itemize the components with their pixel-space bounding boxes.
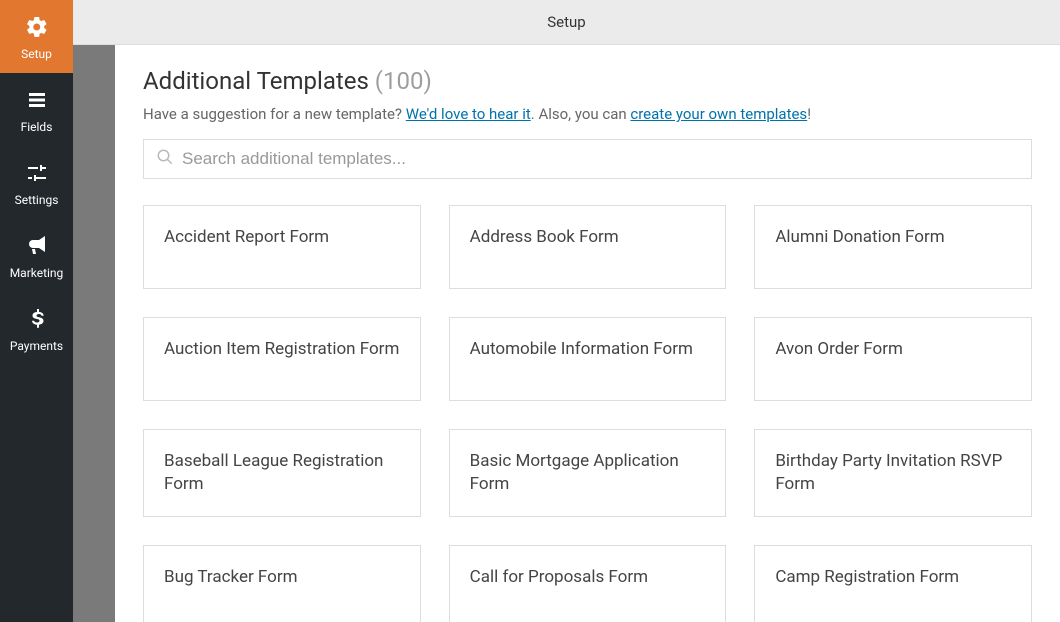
page-title: Additional Templates (100)	[143, 67, 1032, 95]
template-card[interactable]: Alumni Donation Form	[754, 205, 1032, 289]
left-gutter	[73, 45, 115, 622]
sidebar: Setup Fields Settings Marketing Payments	[0, 0, 73, 622]
content-wrap: Additional Templates (100) Have a sugges…	[73, 45, 1060, 622]
template-name: Avon Order Form	[775, 338, 903, 361]
search-icon	[156, 148, 174, 170]
list-icon	[25, 88, 49, 116]
template-card[interactable]: Address Book Form	[449, 205, 727, 289]
template-card[interactable]: Baseball League Registration Form	[143, 429, 421, 517]
subtext-suffix: !	[807, 105, 811, 123]
template-card[interactable]: Birthday Party Invitation RSVP Form	[754, 429, 1032, 517]
dollar-icon	[25, 307, 49, 335]
subtext-prefix: Have a suggestion for a new template?	[143, 105, 406, 123]
template-name: Call for Proposals Form	[470, 566, 648, 589]
template-card[interactable]: Bug Tracker Form	[143, 545, 421, 622]
page-header-title: Setup	[547, 13, 585, 31]
template-name: Bug Tracker Form	[164, 566, 298, 589]
sidebar-label-setup: Setup	[21, 47, 52, 61]
bullhorn-icon	[25, 234, 49, 262]
sliders-icon	[25, 161, 49, 189]
page-title-count: (100)	[375, 67, 432, 95]
page-title-text: Additional Templates	[143, 67, 369, 95]
templates-grid: Accident Report Form Address Book Form A…	[143, 205, 1032, 622]
suggestion-link[interactable]: We'd love to hear it	[406, 105, 531, 123]
template-name: Automobile Information Form	[470, 338, 693, 361]
search-input[interactable]	[182, 149, 1019, 169]
template-name: Birthday Party Invitation RSVP Form	[775, 450, 1011, 496]
template-card[interactable]: Camp Registration Form	[754, 545, 1032, 622]
template-card[interactable]: Basic Mortgage Application Form	[449, 429, 727, 517]
sidebar-item-marketing[interactable]: Marketing	[0, 219, 73, 292]
topbar: Setup	[73, 0, 1060, 45]
gear-icon	[25, 15, 49, 43]
template-name: Address Book Form	[470, 226, 619, 249]
template-card[interactable]: Call for Proposals Form	[449, 545, 727, 622]
content: Additional Templates (100) Have a sugges…	[115, 45, 1060, 622]
template-name: Camp Registration Form	[775, 566, 959, 589]
template-name: Basic Mortgage Application Form	[470, 450, 706, 496]
page-subtext: Have a suggestion for a new template? We…	[143, 105, 1032, 123]
main: Setup Additional Templates (100) Have a …	[73, 0, 1060, 622]
sidebar-label-fields: Fields	[21, 120, 53, 134]
sidebar-item-payments[interactable]: Payments	[0, 292, 73, 365]
template-card[interactable]: Accident Report Form	[143, 205, 421, 289]
sidebar-label-settings: Settings	[15, 193, 59, 207]
sidebar-label-marketing: Marketing	[10, 266, 64, 280]
template-name: Baseball League Registration Form	[164, 450, 400, 496]
subtext-mid: . Also, you can	[531, 105, 631, 123]
create-templates-link[interactable]: create your own templates	[630, 105, 807, 123]
template-name: Accident Report Form	[164, 226, 329, 249]
sidebar-label-payments: Payments	[10, 339, 63, 353]
template-card[interactable]: Avon Order Form	[754, 317, 1032, 401]
template-name: Auction Item Registration Form	[164, 338, 399, 361]
sidebar-item-setup[interactable]: Setup	[0, 0, 73, 73]
sidebar-item-fields[interactable]: Fields	[0, 73, 73, 146]
template-card[interactable]: Automobile Information Form	[449, 317, 727, 401]
sidebar-item-settings[interactable]: Settings	[0, 146, 73, 219]
search-box[interactable]	[143, 139, 1032, 179]
template-name: Alumni Donation Form	[775, 226, 944, 249]
template-card[interactable]: Auction Item Registration Form	[143, 317, 421, 401]
